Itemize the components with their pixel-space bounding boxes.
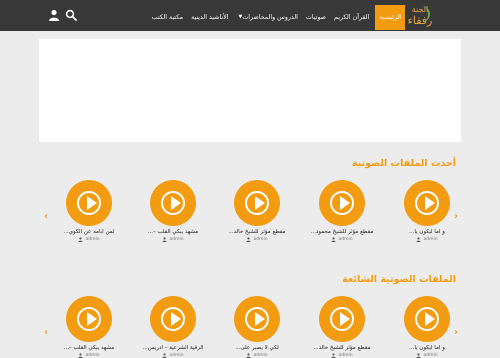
card-title[interactable]: لكي لا يصبر على... — [222, 345, 292, 351]
card-title[interactable]: مقطع مؤثر للشيخ محمود... — [307, 229, 377, 235]
play-button[interactable] — [150, 180, 196, 226]
audio-card[interactable]: لمن ابامه عن الكوي... admin — [54, 180, 124, 242]
card-author: admin — [169, 353, 184, 358]
card-title[interactable]: مقطع مؤثر للشيخ خالد... — [222, 229, 292, 235]
user-icon — [162, 353, 168, 358]
card-title[interactable]: و اما ليكون يا... — [392, 229, 462, 235]
carousel-prev-arrow-icon[interactable]: ‹ — [42, 211, 50, 222]
audio-card[interactable]: مقطع مؤثر للشيخ خالد... admin — [222, 180, 292, 242]
card-title[interactable]: مشهد يبكي القلب –... — [138, 229, 208, 235]
top-navbar: الجنة رفقاء الرئيسية القرآن الكريم صوتيا… — [0, 0, 500, 31]
card-author: admin — [338, 237, 353, 242]
audio-card[interactable]: و اما ليكون يا... admin — [392, 180, 462, 242]
card-title[interactable]: مقطع مؤثر للشيخ خالد... — [307, 345, 377, 351]
card-author: admin — [169, 237, 184, 242]
user-icon — [78, 237, 84, 242]
nav-icons — [48, 9, 77, 21]
play-icon — [87, 312, 97, 326]
play-icon — [255, 312, 265, 326]
audio-card[interactable]: مشهد يبكي القلب –... admin — [54, 296, 124, 358]
play-icon — [340, 196, 350, 210]
user-icon — [331, 237, 337, 242]
user-icon — [331, 353, 337, 358]
play-button[interactable] — [319, 180, 365, 226]
section-title-latest: أحدث الملفات الصوتية — [351, 158, 456, 169]
user-icon — [246, 353, 252, 358]
card-author: admin — [338, 353, 353, 358]
play-button[interactable] — [404, 180, 450, 226]
play-icon — [425, 312, 435, 326]
card-author: admin — [253, 353, 268, 358]
user-icon — [162, 237, 168, 242]
play-icon — [425, 196, 435, 210]
user-icon — [78, 353, 84, 358]
audio-card[interactable]: لكي لا يصبر على... admin — [222, 296, 292, 358]
user-icon — [246, 237, 252, 242]
card-title[interactable]: الرقية الشرعية – ادريس... — [138, 345, 208, 351]
card-title[interactable]: و اما ليكون يا... — [392, 345, 462, 351]
nav-item-audio[interactable]: صوتيات — [302, 5, 330, 30]
audio-card[interactable]: مشهد يبكي القلب –... admin — [138, 180, 208, 242]
card-author: admin — [423, 353, 438, 358]
play-button[interactable] — [150, 296, 196, 342]
card-title[interactable]: مشهد يبكي القلب –... — [54, 345, 124, 351]
nav-item-home[interactable]: الرئيسية — [375, 4, 405, 30]
search-icon[interactable] — [65, 9, 77, 21]
card-author: admin — [85, 237, 100, 242]
card-author: admin — [85, 353, 100, 358]
main-menu: الرئيسية القرآن الكريم صوتيات الدروس وال… — [148, 0, 405, 31]
carousel-prev-arrow-icon[interactable]: ‹ — [42, 327, 50, 338]
play-icon — [340, 312, 350, 326]
play-icon — [171, 312, 181, 326]
nav-item-anasheed[interactable]: الأناشيد الدينية — [187, 5, 232, 30]
user-icon — [416, 237, 422, 242]
play-button[interactable] — [66, 296, 112, 342]
audio-card[interactable]: الرقية الشرعية – ادريس... admin — [138, 296, 208, 358]
audio-card[interactable]: و اما ليكون يا... admin — [392, 296, 462, 358]
play-icon — [87, 196, 97, 210]
play-button[interactable] — [319, 296, 365, 342]
user-icon[interactable] — [48, 9, 60, 21]
ad-banner — [39, 39, 461, 142]
card-author: admin — [423, 237, 438, 242]
audio-card[interactable]: مقطع مؤثر للشيخ محمود... admin — [307, 180, 377, 242]
nav-item-quran[interactable]: القرآن الكريم — [330, 5, 373, 30]
play-button[interactable] — [404, 296, 450, 342]
play-button[interactable] — [234, 296, 280, 342]
play-button[interactable] — [66, 180, 112, 226]
section-title-popular: الملفات الصوتية الشائعة — [342, 274, 456, 285]
caret-down-icon: ▼ — [238, 14, 243, 20]
card-title[interactable]: لمن ابامه عن الكوي... — [54, 229, 124, 235]
nav-item-lessons[interactable]: الدروس والمحاضرات ▼ — [232, 5, 301, 30]
card-author: admin — [253, 237, 268, 242]
play-button[interactable] — [234, 180, 280, 226]
nav-item-library[interactable]: مكتبة الكتب — [148, 5, 187, 30]
play-icon — [171, 196, 181, 210]
play-icon — [255, 196, 265, 210]
audio-card[interactable]: مقطع مؤثر للشيخ خالد... admin — [307, 296, 377, 358]
user-icon — [416, 353, 422, 358]
